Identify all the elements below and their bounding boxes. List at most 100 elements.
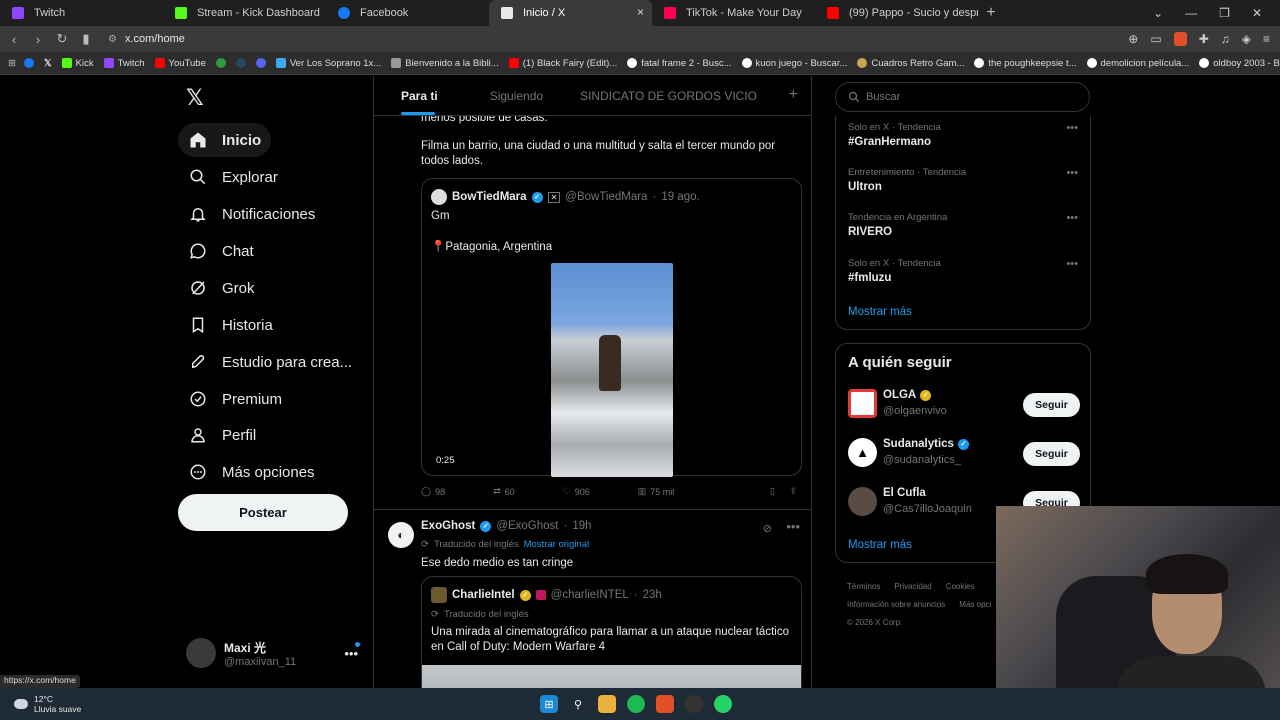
search-icon[interactable]: ⚲ xyxy=(569,695,587,713)
trend-item[interactable]: Tendencia en Argentina RIVERO ••• xyxy=(848,212,1080,238)
browser-tab-twitch[interactable]: Twitch xyxy=(0,0,163,26)
avatar[interactable]: ▲ xyxy=(848,438,877,467)
bookmark-page-icon[interactable]: ▮ xyxy=(76,31,96,47)
quoted-tweet[interactable]: BowTiedMara ✓ ✕ @BowTiedMara · 19 ago. G… xyxy=(421,178,802,477)
more-icon[interactable]: ••• xyxy=(1066,212,1078,224)
sidebar-item-premium[interactable]: Premium xyxy=(178,382,292,416)
more-icon[interactable]: ••• xyxy=(1066,258,1078,270)
tab-para-ti[interactable]: Para ti xyxy=(401,89,460,115)
bookmark-youtube[interactable]: YouTube xyxy=(154,58,206,69)
author-handle[interactable]: @ExoGhost xyxy=(496,520,558,532)
music-icon[interactable]: ♫ xyxy=(1221,32,1230,46)
privacy-link[interactable]: Privacidad xyxy=(894,582,931,591)
follow-suggestion[interactable]: OLGA ✓ @olgaenvivo Seguir xyxy=(848,389,1080,421)
brave-icon[interactable] xyxy=(656,695,674,713)
site-info-icon[interactable]: ⚙ xyxy=(108,34,117,45)
bookmark-facebook[interactable] xyxy=(23,58,34,68)
bookmark-soprano[interactable]: Ver Los Soprano 1x... xyxy=(275,58,381,69)
bookmark-biblioteca[interactable]: Bienvenido a la Bibli... xyxy=(391,58,499,69)
apps-icon[interactable]: ⊞ xyxy=(8,58,16,69)
author-name[interactable]: ExoGhost xyxy=(421,520,475,532)
more-icon[interactable]: ••• xyxy=(344,646,358,661)
add-tab-icon[interactable]: + xyxy=(789,86,798,104)
bookmark-twitch[interactable]: Twitch xyxy=(103,58,145,69)
spotify-icon[interactable] xyxy=(627,695,645,713)
trend-item[interactable]: Solo en X · Tendencia #fmluzu ••• xyxy=(848,258,1080,284)
sidebar-item-historia[interactable]: Historia xyxy=(178,308,283,342)
reply-button[interactable]: ◯ 98 xyxy=(421,486,445,497)
tab-sindicato[interactable]: SINDICATO DE GORDOS VICIO xyxy=(580,89,779,103)
back-icon[interactable]: ‹ xyxy=(4,32,24,47)
bookmark-black-fairy[interactable]: (1) Black Fairy (Edit)... xyxy=(508,58,617,69)
brave-shield-icon[interactable] xyxy=(1173,32,1187,46)
bookmark-xbox[interactable] xyxy=(215,58,226,68)
bookmark-oldboy[interactable]: oldboy 2003 - Busc... xyxy=(1199,58,1280,69)
video-player[interactable] xyxy=(551,263,673,477)
close-window-icon[interactable]: ✕ xyxy=(1252,6,1262,20)
avatar[interactable] xyxy=(848,487,877,516)
sidebar-item-chat[interactable]: Chat xyxy=(178,234,264,268)
whatsapp-icon[interactable] xyxy=(714,695,732,713)
avatar[interactable] xyxy=(848,389,877,418)
bookmark-poughkeepsie[interactable]: the poughkeepsie t... xyxy=(974,58,1077,69)
bookmark-x[interactable]: 𝕏 xyxy=(44,58,52,69)
trend-item[interactable]: Solo en X · Tendencia #GranHermano ••• xyxy=(848,122,1080,148)
repost-button[interactable]: ⇄ 60 xyxy=(493,486,515,497)
obs-icon[interactable] xyxy=(685,695,703,713)
share-icon[interactable]: ⇪ xyxy=(789,486,797,497)
more-icon[interactable]: ••• xyxy=(1066,122,1078,134)
sidebar-item-explorar[interactable]: Explorar xyxy=(178,160,288,194)
search-input[interactable] xyxy=(866,91,1066,103)
tab-search-icon[interactable]: ⌄ xyxy=(1153,6,1163,20)
url-field[interactable]: ⚙ x.com/home xyxy=(108,33,185,45)
browser-tab-kick[interactable]: Stream - Kick Dashboard xyxy=(163,0,326,26)
close-tab-icon[interactable]: × xyxy=(637,5,644,19)
maximize-icon[interactable]: ❐ xyxy=(1219,6,1230,20)
show-more-trends-link[interactable]: Mostrar más xyxy=(848,306,912,318)
show-more-follow-link[interactable]: Mostrar más xyxy=(848,539,912,551)
bookmark-kick[interactable]: Kick xyxy=(61,58,94,69)
account-switcher[interactable]: Maxi 光 @maxiivan_11 ••• xyxy=(186,638,362,668)
ads-info-link[interactable]: Información sobre anuncios xyxy=(847,600,945,609)
follow-button[interactable]: Seguir xyxy=(1023,393,1080,417)
windows-start-icon[interactable]: ⊞ xyxy=(540,695,558,713)
search-box[interactable] xyxy=(835,82,1090,112)
new-tab-button[interactable]: + xyxy=(978,4,1004,22)
avatar[interactable]: ◐ xyxy=(388,522,414,548)
browser-tab-x[interactable]: Inicio / X × xyxy=(489,0,652,26)
terms-link[interactable]: Términos xyxy=(847,582,880,591)
forward-icon[interactable]: › xyxy=(28,32,48,47)
reload-icon[interactable]: ↻ xyxy=(52,31,72,47)
weather-widget[interactable]: 12°C Lluvia suave xyxy=(14,694,81,714)
minimize-icon[interactable]: — xyxy=(1185,6,1197,20)
bookmark-icon[interactable]: ▯ xyxy=(770,486,775,497)
trend-item[interactable]: Entretenimiento · Tendencia Ultron ••• xyxy=(848,167,1080,193)
post-button[interactable]: Postear xyxy=(178,494,348,531)
tab-siguiendo[interactable]: Siguiendo xyxy=(490,89,565,103)
tweet-time[interactable]: 19h xyxy=(572,520,591,532)
bookmark-discord[interactable] xyxy=(255,58,266,68)
browser-tab-facebook[interactable]: Facebook xyxy=(326,0,489,26)
bookmark-kuon[interactable]: kuon juego - Buscar... xyxy=(741,58,847,69)
show-original-link[interactable]: Mostrar original xyxy=(524,539,589,550)
browser-tab-youtube[interactable]: (99) Pappo - Sucio y desprolijo - xyxy=(815,0,978,26)
more-icon[interactable]: ••• xyxy=(1066,167,1078,179)
sidebar-item-notificaciones[interactable]: Notificaciones xyxy=(178,197,325,231)
follow-button[interactable]: Seguir xyxy=(1023,442,1080,466)
bookmark-fatal-frame[interactable]: fatal frame 2 - Busc... xyxy=(627,58,732,69)
bookmark-cuadros[interactable]: Cuadros Retro Gam... xyxy=(857,58,964,69)
cast-icon[interactable]: ▭ xyxy=(1150,32,1161,46)
file-explorer-icon[interactable] xyxy=(598,695,616,713)
zoom-icon[interactable]: ⊕ xyxy=(1128,32,1138,46)
more-footer-link[interactable]: Más opci xyxy=(959,600,991,609)
bookmark-demolicion[interactable]: demolicion película... xyxy=(1086,58,1189,69)
views-button[interactable]: ▥ 75 mil xyxy=(638,486,675,497)
cookies-link[interactable]: Cookies xyxy=(946,582,975,591)
vpn-icon[interactable]: ◈ xyxy=(1242,32,1251,46)
sidebar-item-grok[interactable]: Grok xyxy=(178,271,265,305)
browser-tab-tiktok[interactable]: TikTok - Make Your Day xyxy=(652,0,815,26)
extensions-icon[interactable]: ✚ xyxy=(1199,32,1209,46)
follow-suggestion[interactable]: ▲ Sudanalytics ✓ @sudanalytics_ Seguir xyxy=(848,438,1080,470)
sidebar-item-perfil[interactable]: Perfil xyxy=(178,418,266,452)
sidebar-item-inicio[interactable]: Inicio xyxy=(178,123,272,157)
